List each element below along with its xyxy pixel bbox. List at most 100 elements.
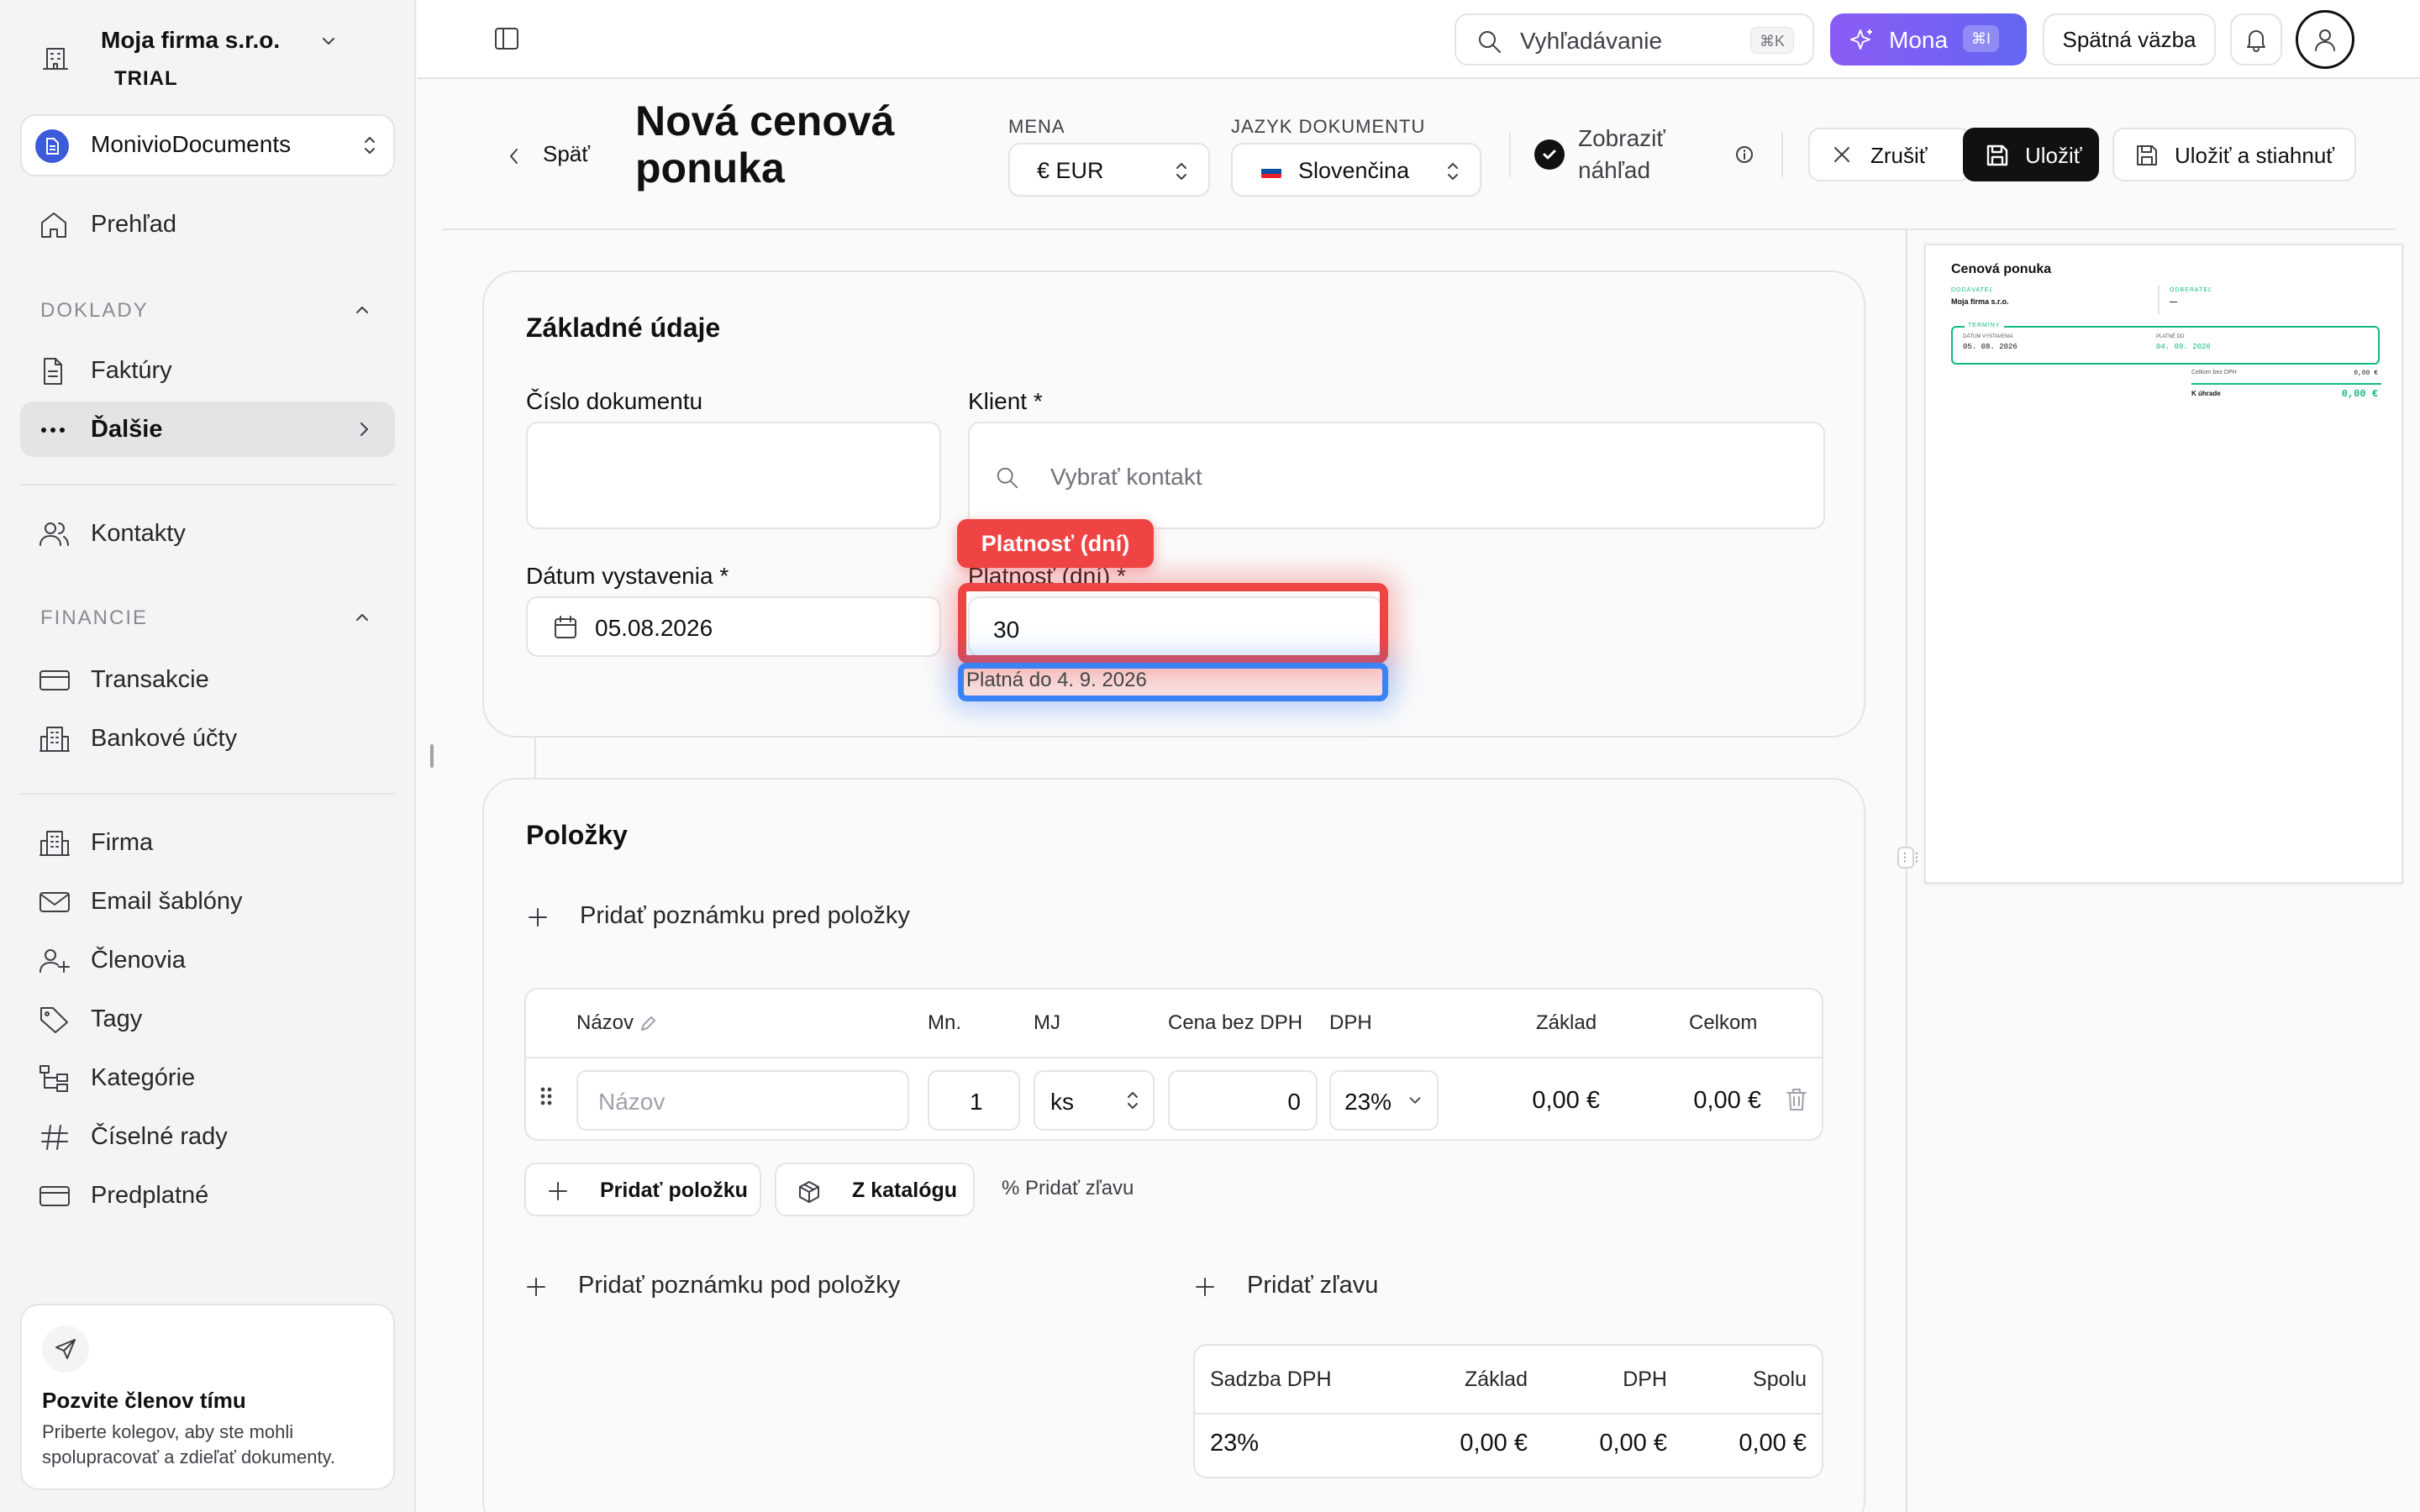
user-icon [2312, 27, 2338, 52]
add-discount-button[interactable]: Pridať zľavu [1193, 1272, 1445, 1305]
add-discount-link[interactable]: % Pridať zľavu [1002, 1177, 1134, 1200]
add-item-button[interactable]: Pridať položku [524, 1163, 761, 1216]
nav-invoices[interactable]: Faktúry [20, 343, 395, 398]
chevron-up-down-icon [1444, 160, 1461, 183]
preview-due-label: K úhrade [2191, 390, 2221, 397]
preview-supplier-label: DODÁVATEĽ [1951, 287, 1994, 293]
client-select[interactable]: Vybrať kontakt [968, 422, 1825, 529]
preview-title: Cenová ponuka [1951, 262, 2052, 276]
mail-icon [39, 888, 71, 916]
divider [1195, 1413, 1822, 1415]
vat-header-base: Základ [1464, 1368, 1528, 1391]
preview-terms-label: TERMÍNY [1965, 323, 2004, 328]
drag-handle-icon[interactable] [538, 1084, 555, 1109]
search-input[interactable]: Vyhľadávanie ⌘K [1455, 13, 1814, 66]
preview-total-line [2191, 383, 2381, 385]
nav-more[interactable]: Ďalšie [20, 402, 395, 457]
plus-icon [1193, 1275, 1217, 1299]
nav-categories[interactable]: Kategórie [20, 1050, 395, 1105]
back-label: Späť [543, 141, 591, 166]
save-button[interactable]: Uložiť [1963, 128, 2099, 181]
workspace-switcher[interactable]: MonivioDocuments [20, 114, 395, 176]
save-and-download-button[interactable]: Uložiť a stiahnuť [2112, 128, 2356, 181]
section-title: Položky [526, 820, 628, 850]
preview-supplier: Moja firma s.r.o. [1951, 297, 2009, 306]
pencil-icon [640, 1016, 655, 1031]
document-preview: Cenová ponuka DODÁVATEĽ Moja firma s.r.o… [1924, 244, 2403, 884]
preview-resize-handle[interactable]: ⋮⋮ [1897, 847, 1923, 869]
valid-until-text: Platná do 4. 9. 2026 [966, 669, 1147, 691]
language-select[interactable]: Slovenčina [1231, 143, 1481, 197]
divider [526, 1057, 1822, 1058]
more-horizontal-icon [39, 416, 67, 444]
section-title: Základné údaje [526, 312, 721, 343]
issue-date-label: Dátum vystavenia * [526, 563, 729, 589]
item-name-input[interactable]: Názov [576, 1070, 909, 1131]
nav-label: Transakcie [91, 666, 209, 693]
plus-icon [546, 1179, 570, 1203]
mona-ai-button[interactable]: Mona ⌘I [1830, 13, 2027, 66]
notifications-button[interactable] [2230, 13, 2282, 66]
search-placeholder: Vyhľadávanie [1520, 28, 1663, 54]
sidebar-resize-handle[interactable] [430, 744, 434, 768]
currency-select[interactable]: € EUR [1008, 143, 1210, 197]
chevron-down-icon[interactable] [319, 32, 338, 50]
nav-number-series[interactable]: Číselné rady [20, 1109, 395, 1164]
nav-contacts[interactable]: Kontakty [20, 506, 395, 561]
language-value: Slovenčina [1298, 158, 1410, 183]
invite-card[interactable]: Pozvite členov tímu Priberte kolegov, ab… [20, 1304, 395, 1490]
users-icon [39, 520, 71, 549]
chevron-right-icon [355, 418, 373, 440]
chevron-up-icon[interactable] [353, 608, 371, 627]
nav-overview[interactable]: Prehľad [20, 197, 395, 252]
item-unit-select[interactable]: ks [1034, 1070, 1155, 1131]
preview-toggle[interactable]: Zobraziť náhľad [1534, 123, 1753, 190]
preview-issue: 05. 08. 2026 [1963, 343, 2018, 351]
nav-transactions[interactable]: Transakcie [20, 652, 395, 707]
item-price-input[interactable]: 0 [1168, 1070, 1318, 1131]
col-base: Základ [1536, 1011, 1597, 1034]
info-icon[interactable] [1734, 144, 1754, 165]
nav-bank-accounts[interactable]: Bankové účty [20, 711, 395, 766]
close-icon [1830, 143, 1854, 166]
back-link[interactable]: Späť [504, 139, 597, 173]
mona-shortcut: ⌘I [1963, 25, 2000, 52]
cancel-button[interactable]: Zrušiť [1808, 128, 1971, 181]
chevron-up-icon[interactable] [353, 301, 371, 319]
org-switcher[interactable]: Moja firma s.r.o. TRIAL [37, 20, 390, 96]
from-catalog-button[interactable]: Z katalógu [775, 1163, 975, 1216]
sidebar-toggle-icon[interactable] [493, 25, 520, 52]
building-icon [39, 725, 71, 753]
preview-due: 0,00 € [2341, 388, 2378, 400]
nav-company[interactable]: Firma [20, 815, 395, 870]
preview-valid: 04. 09. 2026 [2156, 343, 2211, 351]
nav-tags[interactable]: Tagy [20, 991, 395, 1047]
search-icon [995, 465, 1020, 491]
item-price-value: 0 [1287, 1089, 1301, 1115]
item-total-value: 0,00 € [1693, 1087, 1761, 1114]
nav-subscription[interactable]: Predplatné [20, 1168, 395, 1223]
doc-number-field[interactable] [526, 422, 941, 529]
item-unit-value: ks [1050, 1089, 1074, 1115]
credit-card-icon [39, 1182, 71, 1210]
chevron-up-down-icon [1124, 1089, 1141, 1112]
preview-toggle-label: Zobraziť náhľad [1578, 125, 1665, 183]
divider [1781, 132, 1783, 177]
feedback-button[interactable]: Spätná väzba [2043, 13, 2216, 66]
client-label: Klient * [968, 388, 1043, 414]
nav-label: Ďalšie [91, 416, 163, 443]
save-icon [1985, 143, 2010, 168]
issue-date-field[interactable]: 05.08.2026 [526, 596, 941, 657]
chevron-up-down-icon [361, 133, 378, 158]
workspace-name: MonivioDocuments [91, 131, 292, 157]
user-avatar-button[interactable] [2296, 10, 2354, 69]
col-total: Celkom [1689, 1011, 1758, 1034]
item-vat-select[interactable]: 23% [1329, 1070, 1439, 1131]
trash-icon[interactable] [1785, 1087, 1808, 1112]
nav-members[interactable]: Členovia [20, 932, 395, 988]
add-note-before-button[interactable]: Pridať poznámku pred položky [526, 902, 1030, 936]
add-note-after-button[interactable]: Pridať poznámku pod položky [524, 1272, 1028, 1305]
item-qty-input[interactable]: 1 [928, 1070, 1020, 1131]
nav-email-templates[interactable]: Email šablóny [20, 874, 395, 929]
nav-label: Email šablóny [91, 888, 243, 915]
